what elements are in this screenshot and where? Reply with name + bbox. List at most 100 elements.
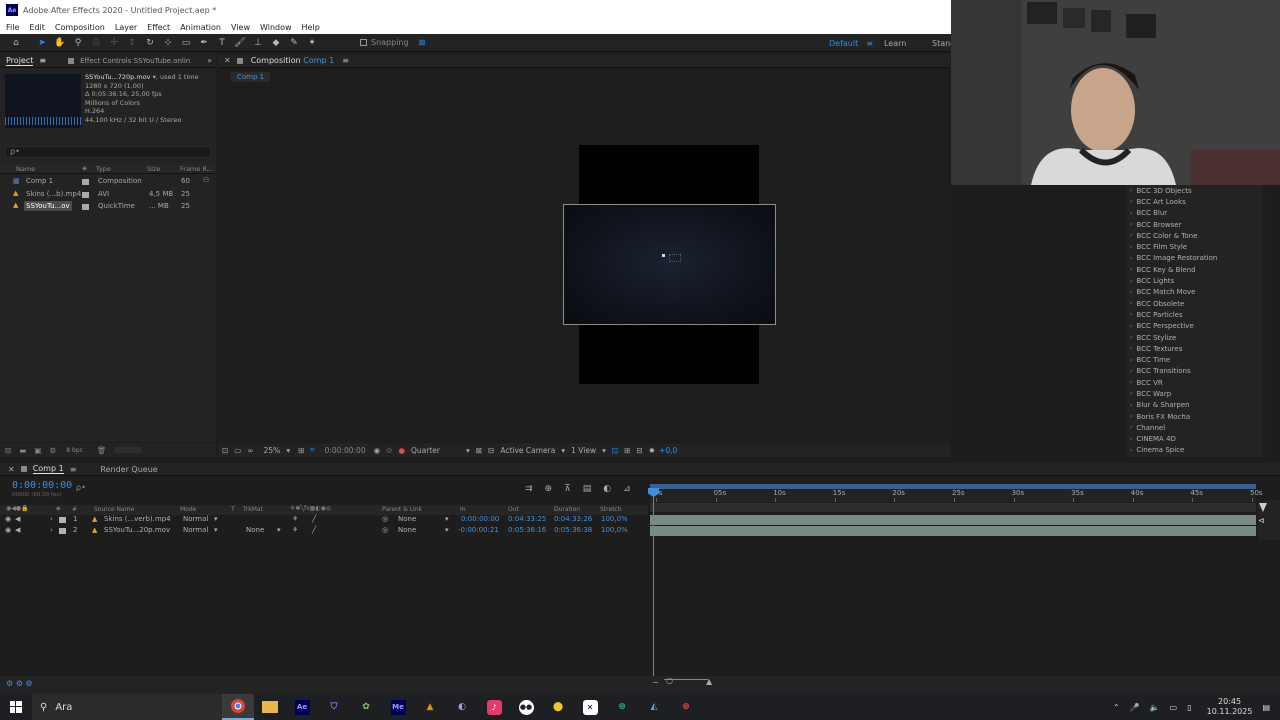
clone-stamp-tool-icon[interactable]: ⊥ (250, 36, 266, 50)
expand-chevron-icon[interactable]: › (1130, 368, 1132, 375)
quality-switch-icon[interactable]: ╱ (312, 515, 316, 523)
workspace-learn[interactable]: Learn (884, 34, 906, 52)
reset-exposure-icon[interactable]: ✹ (649, 446, 655, 455)
effect-category[interactable]: › BCC Warp (1126, 388, 1262, 399)
timeline-icon[interactable]: ⊟ (636, 446, 642, 455)
expand-chevron-icon[interactable]: › (1130, 255, 1132, 262)
expand-chevron-icon[interactable]: › (1130, 266, 1132, 273)
expand-chevron-icon[interactable]: › (1130, 402, 1132, 409)
layer-duration[interactable]: 0:04:33:26 (554, 515, 592, 523)
exposure-value[interactable]: +0,0 (659, 446, 677, 455)
label-swatch[interactable] (59, 517, 66, 523)
layer-stretch[interactable]: 100,0% (601, 515, 628, 523)
vlc-icon[interactable]: ▲ (414, 694, 446, 720)
col-frame-rate[interactable]: Frame R... (180, 165, 213, 173)
effect-category[interactable]: › BCC VR (1126, 377, 1262, 388)
snapping-toggle[interactable]: Snapping ⊠ (360, 38, 425, 47)
snapping-checkbox[interactable] (360, 39, 367, 46)
battery-icon[interactable]: ▯ (1187, 703, 1191, 712)
effect-category[interactable]: › CINEMA 4D (1126, 434, 1262, 445)
close-tab-icon[interactable]: ✕ (8, 465, 15, 474)
col-source-name[interactable]: Source Name (94, 506, 134, 513)
effect-category[interactable]: › BCC Film Style (1126, 241, 1262, 252)
effect-category[interactable]: › BCC Color & Tone (1126, 230, 1262, 241)
close-tab-icon[interactable]: ✕ (224, 56, 231, 65)
layer-out[interactable]: 0:04:33:25 (508, 515, 546, 523)
discord-icon[interactable]: ●● (510, 694, 542, 720)
me-icon[interactable]: Me (382, 694, 414, 720)
display-icon[interactable]: ▭ (1170, 703, 1178, 712)
effect-category[interactable]: › Boris FX Mocha (1126, 411, 1262, 422)
project-search-input[interactable]: ρ• (5, 146, 211, 158)
panel-menu-icon[interactable]: ≡ (39, 56, 46, 65)
shy-layers-icon[interactable]: ⊼ (564, 484, 571, 494)
effects-scrollbar[interactable] (1263, 185, 1270, 457)
new-composition-icon[interactable]: ▣ (34, 446, 41, 455)
layer-parent[interactable]: None (398, 515, 416, 523)
menu-layer[interactable]: Layer (115, 23, 137, 32)
interpret-footage-icon[interactable]: ⊟ (5, 446, 11, 455)
chevron-up-icon[interactable]: ⌃ (1113, 703, 1120, 712)
expand-chevron-icon[interactable]: › (1130, 345, 1132, 352)
effect-category[interactable]: › BCC 3D Objects (1126, 185, 1262, 196)
pickwhip-icon[interactable]: ◎ (382, 515, 388, 523)
composition-mini-flowchart-icon[interactable]: ⇉ (525, 484, 533, 494)
chevron-down-icon[interactable]: ▾ (445, 526, 449, 534)
windows-start-icon[interactable] (0, 694, 32, 720)
zoom-select[interactable]: 25% (264, 446, 281, 455)
expand-chevron-icon[interactable]: › (1130, 413, 1132, 420)
transparency-grid-icon[interactable]: ⊟ (488, 446, 494, 455)
panel-menu-icon[interactable]: ≡ (342, 56, 349, 65)
chevron-down-icon[interactable]: ▾ (466, 446, 470, 455)
col-name[interactable]: Name (16, 165, 35, 173)
effect-category[interactable]: › BCC Lights (1126, 275, 1262, 286)
tiktok-icon[interactable]: ♪ (478, 694, 510, 720)
menu-composition[interactable]: Composition (55, 23, 105, 32)
zoom-out-icon[interactable]: − (652, 678, 659, 687)
effect-category[interactable]: › Blur & Sharpen (1126, 400, 1262, 411)
layer-in[interactable]: 0:00:00:00 (461, 515, 499, 523)
layer-end-icon[interactable]: ⊲ (1258, 516, 1265, 525)
effect-category[interactable]: › BCC Time (1126, 354, 1262, 365)
pan-tool-icon[interactable]: ✢ (106, 36, 122, 50)
tab-composition[interactable]: Composition Comp 1 (251, 56, 335, 65)
chevron-down-icon[interactable]: ▾ (561, 446, 565, 455)
chevron-down-icon[interactable]: ▾ (286, 446, 290, 455)
project-item[interactable]: ▲ SSYouTu...ov QuickTime ... MB 25 (0, 201, 216, 213)
effect-category[interactable]: › BCC Textures (1126, 343, 1262, 354)
expand-chevron-icon[interactable]: › (1130, 447, 1132, 454)
menu-file[interactable]: File (6, 23, 19, 32)
tab-project[interactable]: Project ≡ (0, 54, 52, 68)
chevron-down-icon[interactable]: ▾ (277, 526, 281, 534)
zoom-slider-handle[interactable]: ○ (666, 676, 673, 685)
zoom-in-icon[interactable]: ▲ (706, 677, 712, 686)
toggle-switches-icon[interactable]: ⚙ ⚙ ⚙ (6, 679, 33, 688)
comp-breadcrumb[interactable]: Comp 1 (231, 72, 271, 82)
col-out[interactable]: Out (508, 506, 519, 513)
workspace-menu-icon[interactable]: ≡ (866, 39, 873, 48)
effect-category[interactable]: › BCC Stylize (1126, 332, 1262, 343)
menu-help[interactable]: Help (302, 23, 320, 32)
expand-chevron-icon[interactable]: › (1130, 198, 1132, 205)
menu-window[interactable]: Window (260, 23, 292, 32)
audio-icon[interactable]: ◀ (15, 515, 20, 523)
expand-chevron-icon[interactable]: › (1130, 334, 1132, 341)
trash-icon[interactable]: 🗑 (97, 446, 107, 455)
work-area-bar[interactable] (650, 484, 1256, 489)
layer-stretch[interactable]: 100,0% (601, 526, 628, 534)
color-channel-icon[interactable]: ● (398, 446, 405, 455)
zoom-tool-icon[interactable]: ⚲ (70, 36, 86, 50)
layer-2-duration-bar[interactable] (650, 526, 1256, 536)
layer-row[interactable]: ◉ ◀ › 1 ▲ Skins (...verb).mp4 Normal ▾ ⚘… (0, 515, 648, 526)
show-snapshot-icon[interactable]: ✿ (386, 446, 392, 455)
label-swatch[interactable] (82, 204, 89, 210)
playhead[interactable] (653, 488, 654, 676)
effect-category[interactable]: › Channel (1126, 422, 1262, 433)
current-time-display[interactable]: 0:00:00:00 (12, 480, 72, 491)
effect-category[interactable]: › BCC Particles (1126, 309, 1262, 320)
project-item[interactable]: ▦ Comp 1 Composition 60 ⚇ (0, 176, 216, 188)
expand-chevron-icon[interactable]: › (1130, 244, 1132, 251)
chevron-down-icon[interactable]: ▾ (602, 446, 606, 455)
speaker-icon[interactable]: 🔈 (1150, 703, 1160, 712)
chevron-down-icon[interactable]: ▾ (214, 515, 218, 523)
